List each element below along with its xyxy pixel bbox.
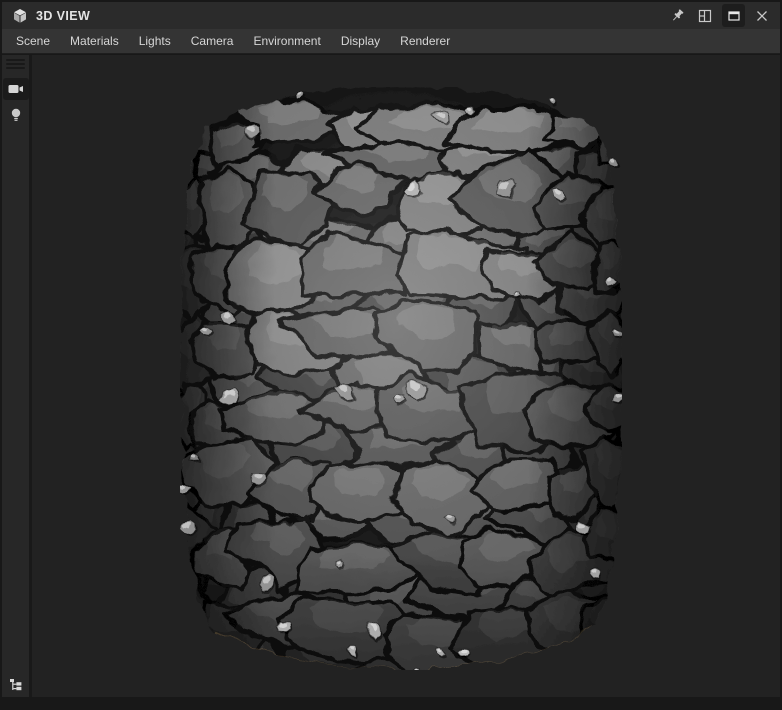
toolbar-grip-handle[interactable] [2,55,29,74]
menu-item-materials[interactable]: Materials [60,29,129,53]
titlebar-actions [668,4,772,27]
rock-cylinder-render [180,87,622,670]
split-view-icon[interactable] [695,6,715,26]
menubar: Scene Materials Lights Camera Environmen… [2,29,780,54]
viewport-3d[interactable] [32,55,780,697]
video-camera-icon [7,82,25,96]
cube-3d-icon [12,8,28,24]
light-bulb-icon [9,107,23,123]
titlebar[interactable]: 3D VIEW [2,2,780,29]
maximize-button[interactable] [722,4,745,27]
3d-view-panel: 3D VIEW Scene Materials Lights Camera En… [0,0,782,710]
camera-tool-button[interactable] [2,78,29,100]
menu-item-scene[interactable]: Scene [6,29,60,53]
panel-content [2,55,780,697]
panel-title: 3D VIEW [36,8,91,23]
menu-item-display[interactable]: Display [331,29,390,53]
pin-icon[interactable] [668,6,688,26]
menu-item-renderer[interactable]: Renderer [390,29,460,53]
viewport-toolbar [2,55,32,697]
menu-item-environment[interactable]: Environment [243,29,330,53]
close-icon[interactable] [752,6,772,26]
menu-item-lights[interactable]: Lights [129,29,181,53]
light-tool-button[interactable] [3,104,29,126]
menu-item-camera[interactable]: Camera [181,29,244,53]
scene-tree-icon[interactable] [9,677,25,693]
